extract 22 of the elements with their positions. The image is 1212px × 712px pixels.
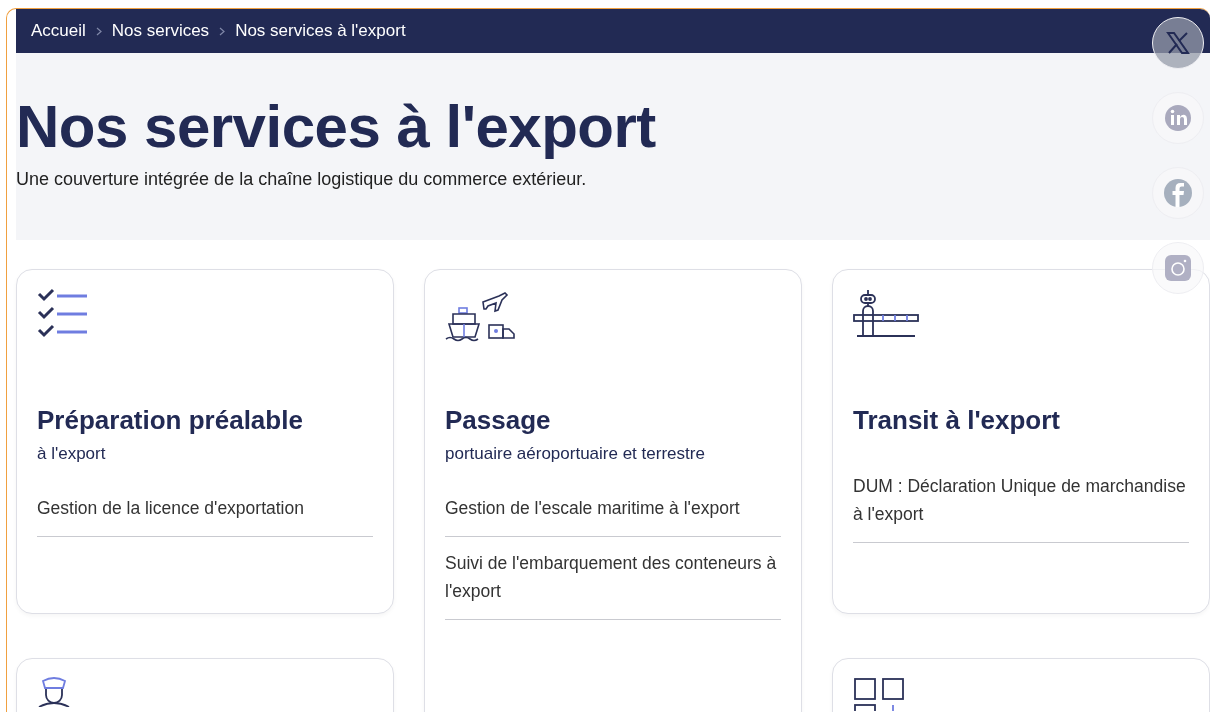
- chevron-icon: [95, 26, 102, 36]
- service-item[interactable]: Suivi de l'embarquement des conteneurs à l'export: [445, 537, 781, 620]
- chevron-icon: [219, 26, 226, 36]
- officer-icon: [37, 677, 71, 707]
- card-subtitle: portuaire aéroportuaire et terrestre: [445, 444, 706, 464]
- facebook-icon: [1163, 178, 1193, 208]
- breadcrumb-link[interactable]: Accueil: [31, 21, 86, 41]
- service-item[interactable]: Gestion de l'escale maritime à l'export: [445, 482, 781, 537]
- card-title: Transit à l'export: [853, 404, 1062, 436]
- breadcrumb-link[interactable]: Nos services à l'export: [235, 21, 406, 41]
- card-title: Préparation préalable: [37, 404, 304, 436]
- page-title: Nos services à l'export: [16, 92, 656, 162]
- breadcrumb-link[interactable]: Nos services: [111, 21, 210, 41]
- instagram-icon: [1164, 254, 1192, 282]
- linkedin-icon: [1164, 104, 1192, 132]
- card-title: Passage: [445, 404, 552, 436]
- x-logo-icon: [1166, 31, 1190, 55]
- card-subtitle: à l'export: [37, 444, 107, 464]
- service-item[interactable]: Gestion de la licence d'exportation: [37, 482, 373, 537]
- service-item[interactable]: DUM : Déclaration Unique de marchandise à l'export: [853, 460, 1189, 543]
- page-subtitle: Une couverture intégrée de la chaîne logistique du commerce extérieur.: [16, 169, 588, 190]
- barrier-gate-icon: [853, 288, 919, 340]
